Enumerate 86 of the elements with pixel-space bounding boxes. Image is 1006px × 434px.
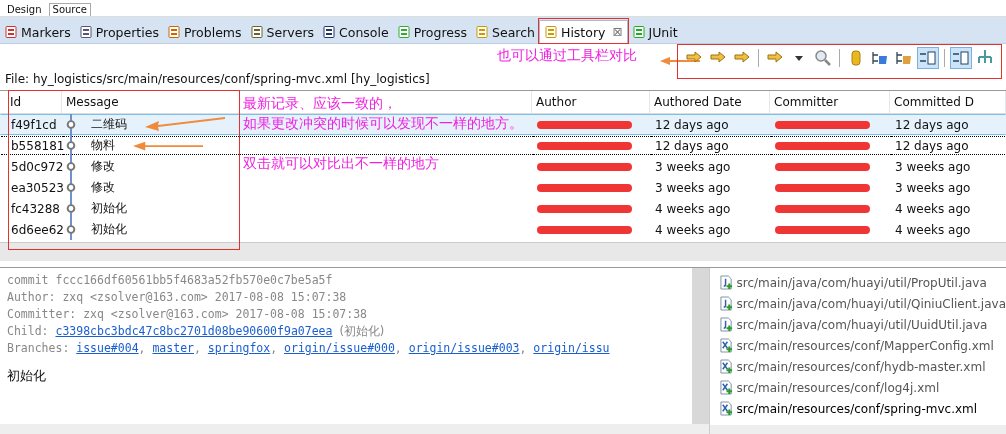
table-cell: 二维码	[91, 116, 127, 133]
view-tab[interactable]: Problems	[162, 21, 246, 43]
commit-info-line: commit fccc166df60561bb5f4683a52fb570e0c7be5a5f	[7, 272, 334, 289]
layout-icon[interactable]	[950, 47, 972, 69]
java-file-icon	[720, 296, 734, 311]
column-header[interactable]: Author	[536, 95, 577, 109]
view-tab[interactable]: History ⊠	[539, 20, 628, 43]
table-cell-text: 12 days ago	[894, 116, 970, 134]
table-cell[interactable]: fc43288	[1, 199, 63, 218]
close-icon[interactable]: ⊠	[612, 25, 623, 39]
scrollbar[interactable]	[692, 268, 710, 424]
table-cell-text: 3 weeks ago	[894, 158, 972, 176]
commit-info-line: Author: zxq <zsolver@163.com> 2017-08-08 15:07:38	[7, 289, 348, 306]
table-cell-text: 4 weeks ago	[894, 221, 972, 239]
column-header[interactable]: Authored Date	[654, 95, 742, 109]
table-cell: 12 days ago	[651, 136, 771, 155]
table-cell-text: 12 days ago	[654, 116, 730, 134]
table-cell-text: 4 weeks ago	[654, 200, 732, 218]
separator: ,	[138, 341, 146, 355]
branch-link[interactable]: issue#004	[76, 341, 139, 355]
java-file-icon	[720, 275, 734, 290]
annotation-text: 最新记录、应该一致的， 如果更改冲突的时候可以发现不一样的地方。	[243, 94, 523, 133]
file-item[interactable]: src/main/resources/conf/log4j.xml	[720, 377, 1006, 398]
annotation-text: 也可以通过工具栏对比	[497, 47, 637, 65]
branch-link[interactable]: origin/issue#003	[408, 341, 520, 355]
branch-link[interactable]: master	[152, 341, 194, 355]
commit-info-line: Committer: zxq <zsolver@163.com> 2017-08-08 15:07:38	[7, 306, 369, 323]
separator: ,	[270, 341, 278, 355]
column-header[interactable]: Message	[66, 95, 119, 109]
annotation-text: 双击就可以对比出不一样的地方	[243, 155, 439, 173]
xml-file-icon	[720, 338, 734, 353]
field-label: Child:	[7, 324, 49, 338]
file-item[interactable]: src/main/java/com/huayi/util/UuidUtil.java	[720, 314, 1006, 335]
file-item[interactable]: src/main/resources/conf/spring-mvc.xml	[720, 398, 1006, 419]
view-tab[interactable]: Console	[318, 21, 393, 43]
table-cell[interactable]: 6d6ee62	[1, 220, 63, 239]
commit-link[interactable]: c3398cbc3bdc47c8bc2701d08be90600f9a07eea	[55, 324, 333, 338]
arrow-icon	[145, 117, 225, 131]
table-cell: 物料	[91, 137, 115, 154]
field-label: Branches:	[7, 341, 70, 355]
arrow-icon	[660, 56, 700, 66]
table-cell[interactable]: 5d0c972	[1, 157, 63, 176]
column-header[interactable]: Committer	[774, 95, 839, 109]
child-message: (初始化)	[339, 324, 385, 338]
file-item[interactable]: src/main/java/com/huayi/util/PropUtil.java	[720, 272, 1006, 293]
table-cell: 初始化	[91, 200, 127, 217]
view-tab[interactable]: Servers	[245, 21, 319, 43]
column-header[interactable]: Id	[10, 95, 22, 109]
file-item[interactable]: src/main/java/com/huayi/util/QiniuClient.java	[720, 293, 1006, 314]
branch-link[interactable]: origin/issue#000	[284, 341, 395, 355]
xml-file-icon	[720, 401, 734, 416]
branch-link[interactable]: origin/issu	[533, 341, 610, 355]
separator: ,	[394, 341, 402, 355]
arrow-icon	[133, 141, 203, 151]
table-cell[interactable]: ea30523	[1, 178, 63, 197]
list-icon[interactable]	[917, 47, 939, 69]
table-cell: 修改	[91, 158, 115, 175]
xml-file-icon	[720, 359, 734, 374]
view-tab[interactable]: Search	[471, 21, 539, 43]
table-cell-text: 3 weeks ago	[654, 158, 732, 176]
table-cell[interactable]: b558181	[1, 136, 63, 155]
table-cell-text: 4 weeks ago	[894, 200, 972, 218]
commit-message: 初始化	[7, 367, 47, 385]
view-tab[interactable]: Markers	[0, 21, 75, 43]
editor-tab[interactable]: Source	[48, 3, 91, 16]
file-path: File: hy_logistics/src/main/resources/conf/spring-mvc.xml [hy_logistics]	[4, 71, 431, 88]
file-item[interactable]: src/main/resources/conf/MapperConfig.xml	[720, 335, 1006, 356]
separator: ,	[194, 341, 201, 355]
xml-file-icon	[720, 380, 734, 395]
view-tab[interactable]: Progress	[392, 21, 472, 43]
editor-tab[interactable]: Design	[4, 4, 45, 16]
table-cell: 12 days ago	[891, 136, 1005, 155]
file-item[interactable]: src/main/resources/conf/hydb-master.xml	[720, 356, 1006, 377]
view-tab[interactable]: JUnit	[627, 21, 682, 43]
table-cell-text: 4 weeks ago	[654, 221, 732, 239]
branch-link[interactable]: springfox	[207, 341, 271, 355]
scrollbar[interactable]	[0, 242, 1006, 261]
separator: ,	[519, 341, 527, 355]
table-cell: 初始化	[91, 221, 127, 238]
table-cell: 修改	[91, 179, 115, 196]
table-cell-text: 3 weeks ago	[654, 179, 732, 197]
view-tab[interactable]: Properties	[74, 21, 163, 43]
column-header[interactable]: Committed D	[894, 95, 974, 109]
java-file-icon	[720, 317, 734, 332]
table-cell-text: 3 weeks ago	[894, 179, 972, 197]
table-cell[interactable]: f49f1cd	[1, 115, 63, 134]
